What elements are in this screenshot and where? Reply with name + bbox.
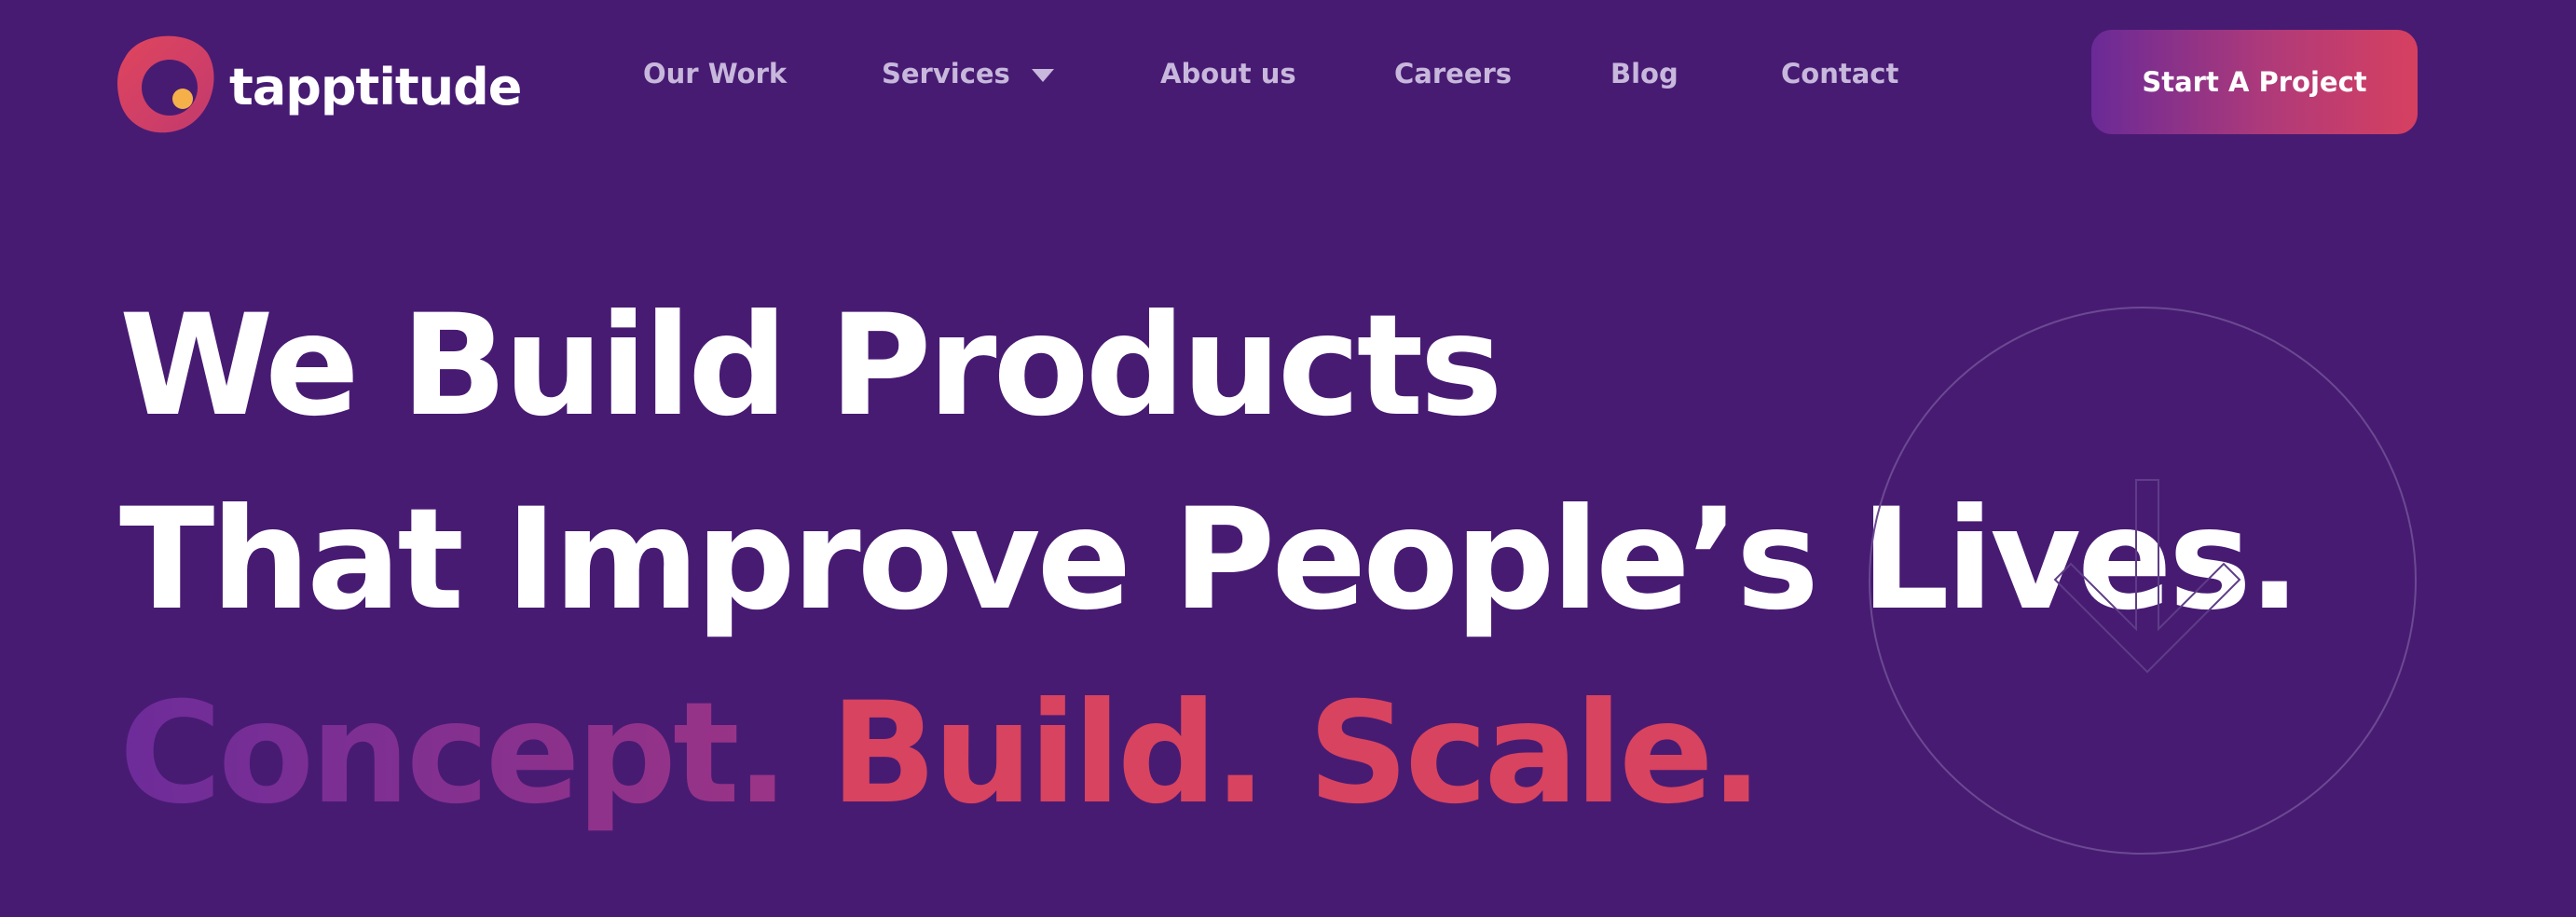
arrow-down-icon (1869, 307, 2417, 855)
nav-contact[interactable]: Contact (1781, 58, 1898, 89)
tagline-scale: Scale. (1308, 673, 1762, 835)
tagline-concept: Concept. (119, 673, 789, 835)
scroll-down-button[interactable] (1868, 306, 2418, 855)
nav-about-us[interactable]: About us (1160, 58, 1296, 89)
site-header: tapptitude Our Work Services About us Ca… (0, 0, 2576, 168)
brand-name: tapptitude (229, 57, 522, 116)
logo-link[interactable]: tapptitude (116, 30, 522, 134)
chevron-down-icon (1031, 58, 1055, 89)
tagline-build: Build. (829, 673, 1267, 835)
nav-our-work[interactable]: Our Work (643, 58, 787, 89)
nav-blog[interactable]: Blog (1610, 58, 1679, 89)
nav-services-label: Services (882, 58, 1010, 89)
tapptitude-logo-icon (116, 30, 216, 134)
hero-headline-line1: We Build Products (119, 285, 1503, 447)
hero-tagline: Concept. Build. Scale. (119, 684, 1763, 824)
nav-services[interactable]: Services (882, 58, 1055, 89)
nav-careers[interactable]: Careers (1394, 58, 1512, 89)
start-project-button[interactable]: Start A Project (2091, 30, 2418, 134)
